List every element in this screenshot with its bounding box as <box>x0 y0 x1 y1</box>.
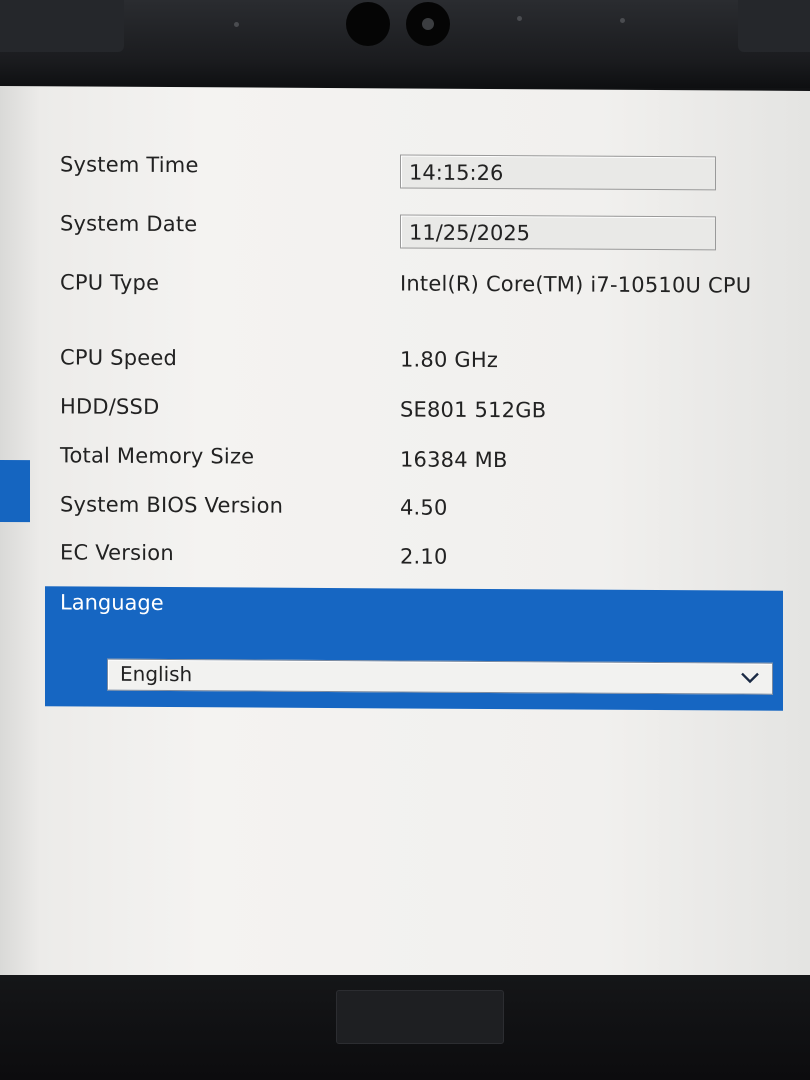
hdd-ssd-label: HDD/SSD <box>60 394 160 419</box>
hdd-ssd-value: SE801 512GB <box>400 397 547 423</box>
cpu-type-label: CPU Type <box>60 270 160 295</box>
total-memory-label: Total Memory Size <box>60 443 255 469</box>
bezel-panel-left <box>0 0 124 52</box>
chevron-down-icon[interactable] <box>740 668 760 688</box>
language-select-value: English <box>120 661 193 687</box>
system-date-field[interactable]: 11/25/2025 <box>400 214 716 251</box>
bezel-led-icon <box>517 16 522 21</box>
language-select[interactable]: English <box>107 658 773 695</box>
bezel-mic-icon <box>620 18 625 23</box>
ec-version-label: EC Version <box>60 540 174 566</box>
bios-version-label: System BIOS Version <box>60 492 284 518</box>
language-label: Language <box>60 590 164 615</box>
bezel-sensor-icon <box>234 22 239 27</box>
system-time-field[interactable]: 14:15:26 <box>400 154 716 191</box>
ec-version-value: 2.10 <box>400 544 448 569</box>
webcam-lens-icon <box>346 2 390 46</box>
bezel-panel-right <box>738 0 810 52</box>
side-selection-marker <box>0 460 30 523</box>
bios-screen: System Time 14:15:26 System Date 11/25/2… <box>0 86 810 981</box>
language-setting-row[interactable]: Language English <box>45 586 783 711</box>
total-memory-value: 16384 MB <box>400 447 508 473</box>
top-bezel <box>0 0 810 88</box>
bios-version-value: 4.50 <box>400 495 448 520</box>
webcam-icon <box>406 2 450 46</box>
cpu-type-value: Intel(R) Core(TM) i7-10510U CPU <box>400 271 752 298</box>
hinge-panel <box>336 990 504 1044</box>
cpu-speed-value: 1.80 GHz <box>400 347 499 373</box>
cpu-speed-label: CPU Speed <box>60 345 178 371</box>
system-date-label: System Date <box>60 211 198 237</box>
system-time-label: System Time <box>60 152 199 178</box>
